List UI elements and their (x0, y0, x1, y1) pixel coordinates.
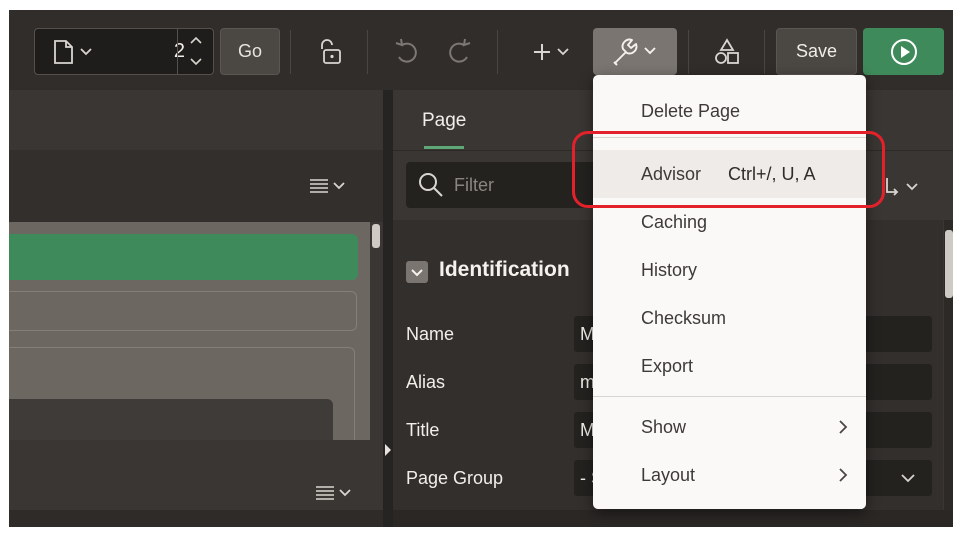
undo-icon (395, 38, 417, 63)
chevron-down-icon (901, 474, 915, 483)
filter-placeholder: Filter (454, 175, 494, 195)
run-page-button[interactable] (863, 28, 944, 75)
menu-item-label: Export (641, 356, 694, 376)
gallery-toolbar (9, 440, 383, 510)
shapes-icon (715, 37, 739, 64)
go-button[interactable]: Go (220, 28, 280, 75)
page-finder-button[interactable] (43, 35, 103, 68)
shared-components-button[interactable] (705, 28, 749, 75)
section-title: Identification (439, 258, 570, 281)
property-scrollbar-thumb[interactable] (945, 230, 953, 298)
wrench-icon (613, 38, 656, 66)
stepper-arrows-icon (190, 36, 202, 66)
menu-item-show[interactable]: Show (593, 403, 866, 451)
menu-separator (593, 396, 866, 397)
toolbar-divider (290, 30, 291, 74)
menu-item-label: History (641, 260, 698, 280)
go-to-group-button[interactable] (879, 172, 929, 202)
menu-item-label: Checksum (641, 308, 727, 328)
chevron-right-icon (839, 420, 848, 434)
redo-button[interactable] (437, 28, 481, 75)
goto-arrow-icon (886, 178, 918, 196)
utilities-menu-button[interactable] (593, 28, 677, 75)
canvas-scrollbar[interactable] (370, 222, 383, 440)
region-selected[interactable] (9, 234, 358, 280)
toolbar-divider (367, 30, 368, 74)
canvas-scrollbar-thumb[interactable] (372, 224, 380, 248)
search-icon (419, 173, 443, 197)
property-label: Name (406, 324, 455, 344)
chevron-down-icon (411, 269, 423, 277)
menu-item-label: Caching (641, 212, 708, 232)
list-menu-icon (316, 486, 351, 500)
page-icon (54, 39, 92, 64)
rendering-tab-bar (9, 90, 383, 151)
gallery-menu-button[interactable] (305, 478, 361, 508)
create-menu-button[interactable] (523, 28, 579, 75)
property-label: Title (406, 420, 440, 440)
toolbar-divider (764, 30, 765, 74)
page-number-stepper[interactable] (177, 29, 214, 74)
menu-item-layout[interactable]: Layout (593, 451, 866, 499)
menu-item-label: Layout (641, 465, 696, 485)
rendering-toolbar (9, 150, 383, 222)
menu-item-label: Delete Page (641, 101, 741, 121)
region-body[interactable] (9, 399, 333, 440)
toolbar-divider (497, 30, 498, 74)
unlock-icon (321, 38, 341, 64)
save-button[interactable]: Save (776, 28, 857, 75)
menu-item-checksum[interactable]: Checksum (593, 294, 866, 342)
menu-item-label: Show (641, 417, 687, 437)
gallery-content (9, 510, 383, 527)
tab-page[interactable]: Page (422, 110, 466, 132)
menu-item-delete-page[interactable]: Delete Page (593, 87, 866, 135)
next-section (393, 510, 953, 527)
property-label: Alias (406, 372, 446, 392)
toolbar-divider (688, 30, 689, 74)
menu-item-export[interactable]: Export (593, 342, 866, 390)
undo-button[interactable] (385, 28, 429, 75)
highlight-annotation (572, 131, 885, 208)
play-icon (890, 38, 917, 65)
left-pane-menu-button[interactable] (299, 170, 355, 202)
active-tab-indicator (424, 146, 464, 149)
page-selector (34, 28, 214, 75)
list-menu-icon (310, 179, 345, 193)
splitter-arrow-icon (385, 444, 391, 456)
lock-button[interactable] (305, 28, 355, 75)
menu-item-history[interactable]: History (593, 246, 866, 294)
property-label: Page Group (406, 468, 504, 488)
plus-icon (534, 43, 569, 60)
section-toggle[interactable] (406, 261, 428, 283)
chevron-right-icon (839, 468, 848, 482)
pane-splitter[interactable] (383, 90, 393, 527)
region-outline[interactable] (9, 291, 357, 331)
redo-icon (449, 38, 471, 63)
